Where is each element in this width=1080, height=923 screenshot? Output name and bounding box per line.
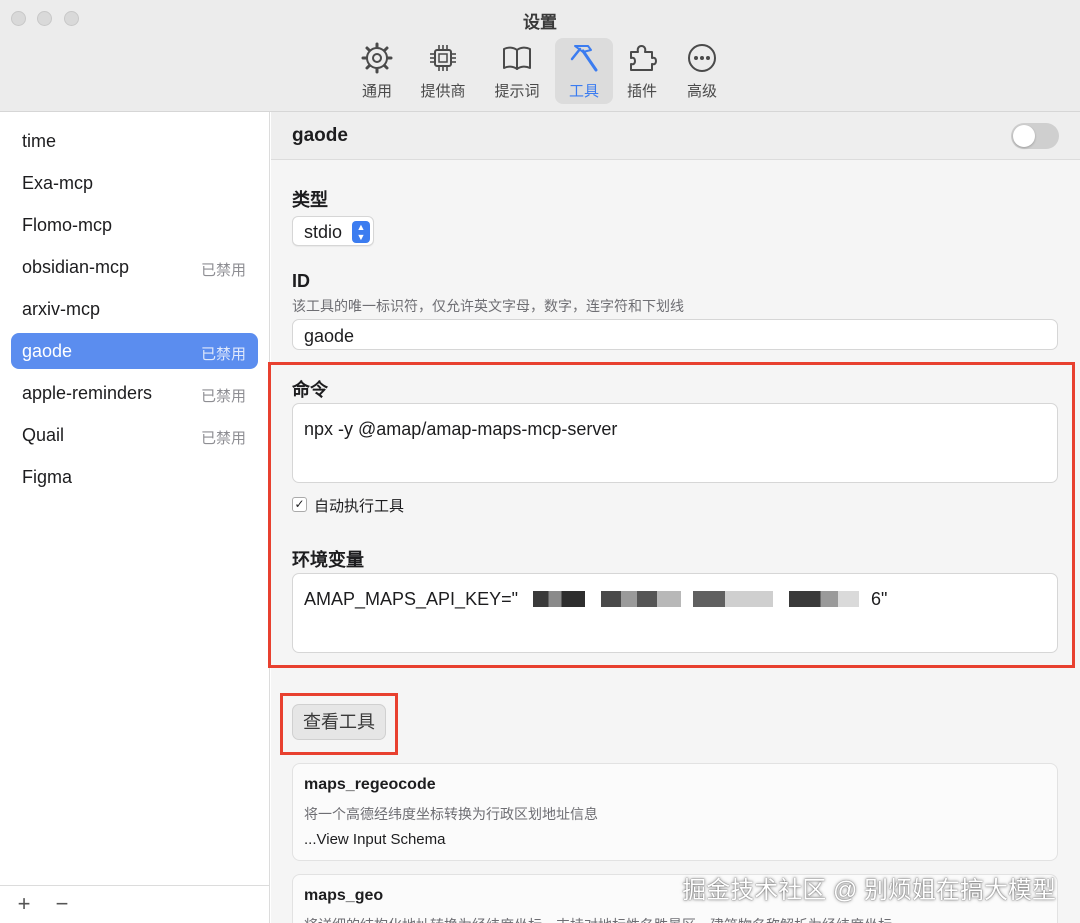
remove-tool-button[interactable]: −	[49, 891, 75, 917]
disabled-badge: 已禁用	[200, 346, 246, 363]
id-hint: 该工具的唯一标识符，仅允许英文字母，数字，连字符和下划线	[292, 298, 684, 314]
hammer-icon	[570, 45, 598, 72]
enable-toggle[interactable]	[1011, 123, 1059, 149]
tab-prompts[interactable]: 提示词	[488, 38, 546, 104]
toolbar: 设置 通用 提供商 提示词 工具 插件 高级	[0, 0, 1080, 112]
sidebar-item-flomo-mcp[interactable]: Flomo-mcp	[11, 207, 258, 243]
sidebar-item-label: Exa-mcp	[22, 173, 94, 193]
tool-card-name: maps_regeocode	[304, 776, 436, 793]
tab-general[interactable]: 通用	[348, 38, 406, 104]
ellipsis-circle-icon	[688, 44, 716, 72]
disabled-badge: 已禁用	[200, 388, 246, 405]
highlight-box	[280, 693, 398, 755]
gear-icon	[361, 42, 393, 74]
toggle-knob	[1013, 125, 1035, 147]
settings-window: 设置 通用 提供商 提示词 工具 插件 高级 time Exa-mcp Flom…	[0, 0, 1080, 923]
type-label: 类型	[292, 190, 328, 210]
sidebar-item-label: arxiv-mcp	[22, 299, 101, 319]
tab-providers[interactable]: 提供商	[414, 38, 472, 104]
tab-plugins[interactable]: 插件	[613, 38, 671, 104]
tab-advanced-label: 高级	[686, 83, 717, 100]
sidebar-item-label: gaode	[22, 341, 73, 361]
window-title: 设置	[523, 13, 557, 32]
sidebar-item-label: apple-reminders	[22, 383, 153, 403]
sidebar-item-exa-mcp[interactable]: Exa-mcp	[11, 165, 258, 201]
sidebar-item-time[interactable]: time	[11, 123, 258, 159]
watermark: 掘金技术社区 @ 别烦姐在搞大模型	[682, 877, 1056, 904]
tool-card-description: 将详细的结构化地址转换为经纬度坐标。支持对地标性名胜景区、建筑物名称解析为经纬度…	[304, 915, 892, 923]
disabled-badge: 已禁用	[200, 262, 246, 279]
tool-card-name: maps_geo	[304, 887, 384, 904]
tab-advanced[interactable]: 高级	[673, 38, 731, 104]
type-select-value: stdio	[304, 222, 343, 242]
tab-plugins-label: 插件	[626, 83, 657, 100]
tool-title: gaode	[292, 125, 348, 146]
sidebar-item-label: obsidian-mcp	[22, 257, 130, 277]
tab-prompts-label: 提示词	[494, 83, 540, 100]
disabled-badge: 已禁用	[200, 430, 246, 447]
id-input-value: gaode	[304, 326, 355, 346]
chevron-updown-icon: ▲ ▼	[352, 221, 370, 243]
id-label: ID	[292, 271, 310, 291]
sidebar-item-arxiv-mcp[interactable]: arxiv-mcp	[11, 291, 258, 327]
tab-general-label: 通用	[361, 83, 392, 100]
sidebar-item-gaode[interactable]: gaode 已禁用	[11, 333, 258, 369]
highlight-box	[268, 362, 1075, 668]
sidebar-item-obsidian-mcp[interactable]: obsidian-mcp 已禁用	[11, 249, 258, 285]
tool-card-description: 将一个高德经纬度坐标转换为行政区划地址信息	[304, 806, 598, 822]
sidebar-footer: + −	[0, 885, 270, 923]
tool-list-sidebar: time Exa-mcp Flomo-mcp obsidian-mcp 已禁用 …	[0, 112, 270, 923]
sidebar-item-label: Quail	[22, 425, 65, 445]
tab-tools-label: 工具	[568, 83, 599, 100]
sidebar-item-label: time	[22, 131, 57, 151]
tab-tools[interactable]: 工具	[555, 38, 613, 104]
sidebar-item-quail[interactable]: Quail 已禁用	[11, 417, 258, 453]
puzzle-icon	[630, 45, 657, 71]
view-input-schema-link[interactable]: ...View Input Schema	[304, 831, 445, 848]
book-icon	[503, 46, 531, 70]
sidebar-item-figma[interactable]: Figma	[11, 459, 258, 495]
sidebar-item-apple-reminders[interactable]: apple-reminders 已禁用	[11, 375, 258, 411]
id-input[interactable]: gaode	[292, 319, 1058, 350]
sidebar-item-label: Flomo-mcp	[22, 215, 113, 235]
tool-card-maps-regeocode: maps_regeocode 将一个高德经纬度坐标转换为行政区划地址信息 ...…	[292, 763, 1058, 861]
sidebar-item-label: Figma	[22, 467, 73, 487]
type-select[interactable]: stdio ▲ ▼	[292, 216, 374, 246]
tab-providers-label: 提供商	[420, 83, 466, 100]
detail-header: gaode	[271, 112, 1080, 160]
chip-icon	[430, 45, 456, 71]
add-tool-button[interactable]: +	[11, 891, 37, 917]
